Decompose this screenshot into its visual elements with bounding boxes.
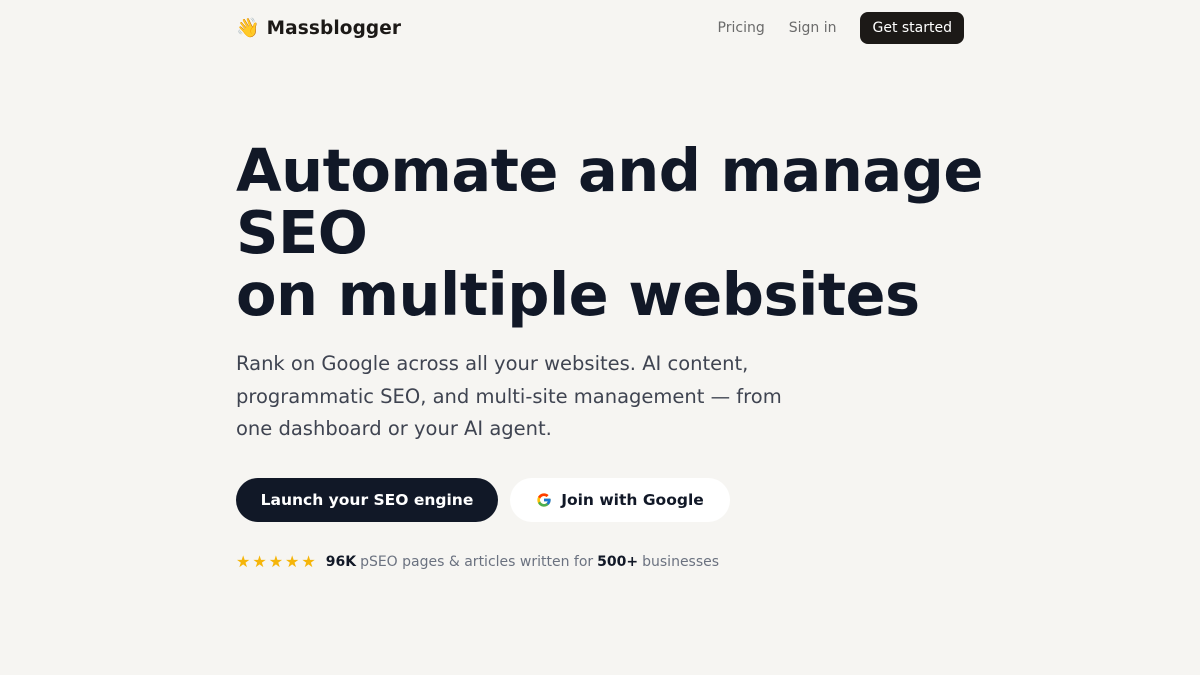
star-icon: ★	[236, 552, 251, 571]
pages-text: pSEO pages & articles written for	[360, 554, 594, 570]
join-with-google-label: Join with Google	[561, 491, 704, 509]
hero-title-line-2: SEO	[236, 198, 368, 267]
top-nav: 👋 Massblogger Pricing Sign in Get starte…	[236, 12, 964, 44]
business-count: 500+	[597, 554, 639, 570]
social-proof: ★ ★ ★ ★ ★ 96K pSEO pages & articles writ…	[236, 554, 720, 571]
get-started-button[interactable]: Get started	[860, 12, 964, 44]
star-icon: ★	[285, 552, 300, 571]
nav-links: Pricing Sign in Get started	[718, 12, 964, 44]
launch-seo-engine-button[interactable]: Launch your SEO engine	[236, 478, 498, 522]
hero-title: Automate and manage SEO on multiple webs…	[236, 140, 996, 326]
hero-title-line-3: on multiple websites	[236, 260, 920, 329]
star-icon: ★	[252, 552, 267, 571]
google-icon	[537, 493, 551, 507]
join-with-google-button[interactable]: Join with Google	[510, 478, 730, 522]
pages-count: 96K	[325, 554, 357, 570]
waving-hand-icon: 👋	[236, 16, 260, 39]
hero-subtitle: Rank on Google across all your websites.…	[236, 352, 782, 440]
brand-logo[interactable]: 👋 Massblogger	[236, 18, 401, 39]
business-text: businesses	[642, 554, 720, 570]
sign-in-link[interactable]: Sign in	[789, 20, 837, 36]
cta-row: Launch your SEO engine Join with Google	[236, 478, 730, 522]
star-icon: ★	[268, 552, 284, 571]
hero-title-line-1: Automate and manage	[236, 136, 983, 205]
pricing-link[interactable]: Pricing	[718, 20, 765, 36]
brand-name: Massblogger	[266, 17, 402, 39]
rating-stars: ★ ★ ★ ★ ★	[236, 554, 316, 570]
star-icon: ★	[301, 552, 316, 571]
